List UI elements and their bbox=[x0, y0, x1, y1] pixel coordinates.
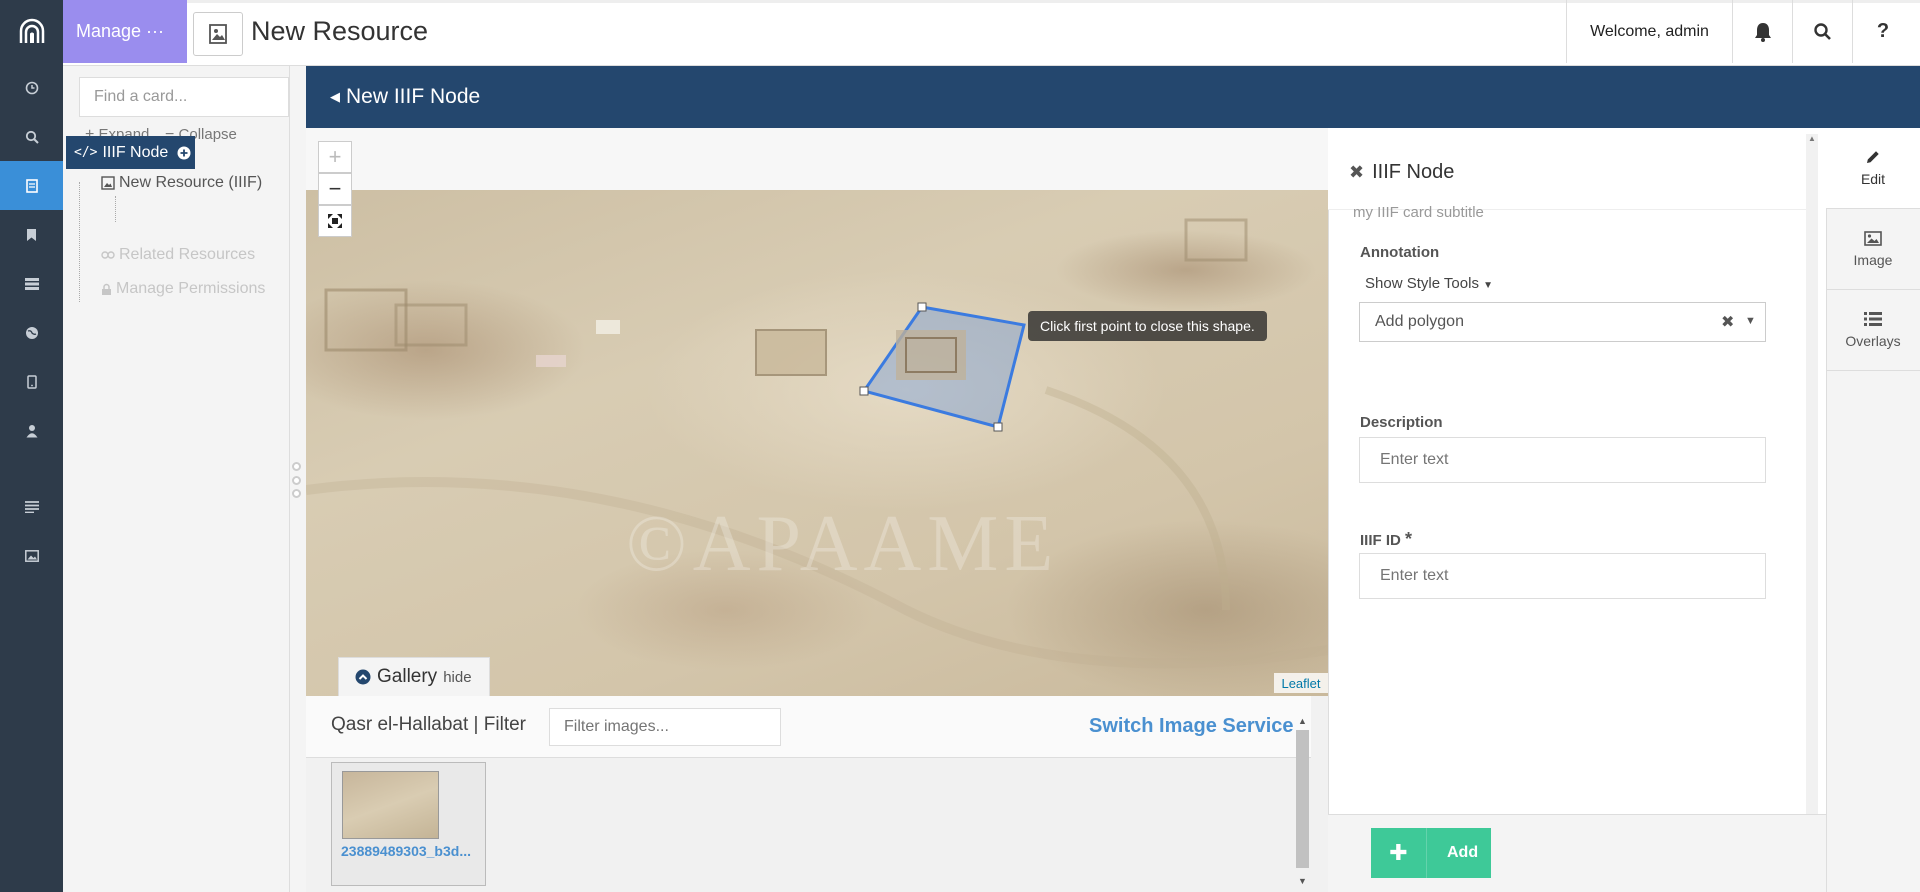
caret-down-icon: ▼ bbox=[1483, 280, 1494, 291]
fullscreen-icon[interactable] bbox=[318, 205, 352, 237]
search-icon[interactable] bbox=[1793, 0, 1853, 63]
zoom-out-button[interactable]: − bbox=[318, 173, 352, 205]
search-icon[interactable] bbox=[0, 112, 63, 161]
gallery-hide-label: hide bbox=[443, 668, 472, 686]
style-tools-label: Show Style Tools bbox=[1365, 275, 1479, 292]
tree-node-root[interactable]: New Resource (IIIF) bbox=[101, 174, 262, 192]
tree-node-label: Manage Permissions bbox=[116, 280, 266, 297]
form-scrollbar[interactable]: ▲ bbox=[1806, 134, 1818, 814]
tab-edit-label: Edit bbox=[1860, 171, 1886, 187]
mobile-icon[interactable] bbox=[0, 357, 63, 406]
resource-image-icon bbox=[193, 12, 243, 56]
lock-icon bbox=[102, 283, 111, 295]
clock-icon[interactable] bbox=[0, 63, 63, 112]
tree-node-permissions[interactable]: Manage Permissions bbox=[101, 280, 265, 298]
tree-node-label: New Resource (IIIF) bbox=[119, 174, 263, 191]
gallery-scrollbar[interactable]: ▲ ▼ bbox=[1295, 716, 1310, 892]
show-style-tools-toggle[interactable]: Show Style Tools ▼ bbox=[1365, 275, 1493, 292]
tree-node-label: IIIF Node bbox=[102, 143, 169, 161]
card-tree-panel: + Expand − Collapse New Resource (IIIF) … bbox=[63, 66, 290, 892]
chevron-up-circle-icon bbox=[355, 669, 371, 685]
link-icon bbox=[101, 251, 115, 259]
aerial-image: ©APAAME bbox=[306, 218, 1328, 669]
manage-label: Manage ··· bbox=[76, 21, 165, 41]
annotation-type-select[interactable]: Add polygon ✖ ▼ bbox=[1359, 302, 1766, 342]
card-header[interactable]: ◀ New IIIF Node bbox=[306, 66, 1920, 128]
user-icon[interactable] bbox=[0, 406, 63, 455]
tab-overlays[interactable]: Overlays bbox=[1826, 290, 1920, 371]
tab-image[interactable]: Image bbox=[1826, 209, 1920, 290]
bell-icon[interactable] bbox=[1733, 0, 1793, 63]
add-button-label: Add bbox=[1447, 844, 1479, 861]
tab-edit[interactable]: Edit bbox=[1826, 128, 1920, 209]
resource-icon[interactable] bbox=[0, 161, 63, 210]
iiif-id-label-text: IIIF ID bbox=[1360, 532, 1401, 549]
iiif-id-label: IIIF ID * bbox=[1360, 529, 1412, 550]
card-form-panel bbox=[1328, 128, 1826, 892]
zoom-in-button[interactable]: + bbox=[318, 141, 352, 173]
gallery-label: Gallery bbox=[377, 666, 438, 687]
list-icon[interactable] bbox=[0, 259, 63, 308]
list-icon bbox=[1864, 312, 1882, 326]
caret-left-icon: ◀ bbox=[330, 89, 340, 104]
card-header-title: New IIIF Node bbox=[346, 85, 481, 108]
iiif-id-field[interactable] bbox=[1359, 553, 1766, 599]
filter-images-input[interactable] bbox=[549, 708, 781, 746]
manage-menu-button[interactable]: Manage ··· bbox=[63, 0, 187, 63]
globe-icon[interactable] bbox=[0, 308, 63, 357]
tab-image-label: Image bbox=[1853, 251, 1893, 268]
menu-icon[interactable] bbox=[0, 482, 63, 531]
close-icon[interactable]: ✖ bbox=[1349, 162, 1364, 183]
tab-overlays-label: Overlays bbox=[1845, 333, 1901, 349]
card-form-title: ✖ IIIF Node bbox=[1349, 161, 1454, 184]
map-toolbar-area bbox=[306, 128, 1328, 190]
image-icon bbox=[101, 176, 115, 190]
annotation-label: Annotation bbox=[1360, 244, 1440, 261]
gallery-title: Qasr el-Hallabat | Filter bbox=[331, 714, 526, 735]
tree-node-related[interactable]: Related Resources bbox=[101, 246, 255, 264]
tree-node-iiif[interactable]: </> IIIF Node bbox=[66, 136, 195, 169]
card-subtitle: my IIIF card subtitle bbox=[1353, 204, 1484, 221]
iiif-map[interactable]: ©APAAME bbox=[306, 190, 1328, 696]
code-icon: </> bbox=[74, 145, 98, 160]
page-title: New Resource bbox=[251, 16, 429, 46]
resize-handle[interactable] bbox=[292, 462, 302, 498]
find-card-input[interactable] bbox=[79, 77, 289, 117]
app-logo-icon[interactable] bbox=[0, 0, 63, 63]
gallery-toggle[interactable]: Gallery hide bbox=[338, 657, 490, 696]
thumbnail-image bbox=[342, 771, 439, 839]
tree-node-label: Related Resources bbox=[119, 246, 256, 263]
select-value: Add polygon bbox=[1375, 313, 1464, 330]
bookmark-icon[interactable] bbox=[0, 210, 63, 259]
tree-connector bbox=[115, 196, 116, 222]
welcome-user-button[interactable]: Welcome, admin bbox=[1566, 0, 1733, 63]
left-nav bbox=[0, 63, 63, 892]
svg-text:©APAAME: ©APAAME bbox=[626, 500, 1059, 588]
plus-circle-icon[interactable] bbox=[177, 146, 191, 160]
gallery-thumbnail[interactable]: 23889489303_b3d... bbox=[331, 762, 486, 886]
image-icon bbox=[1864, 230, 1882, 246]
switch-image-service-link[interactable]: Switch Image Service bbox=[1089, 715, 1294, 738]
description-field[interactable] bbox=[1359, 437, 1766, 483]
tree-connector bbox=[79, 182, 80, 302]
thumbnail-name[interactable]: 23889489303_b3d... bbox=[341, 843, 471, 859]
draw-tooltip: Click first point to close this shape. bbox=[1028, 311, 1267, 341]
image-icon[interactable] bbox=[0, 531, 63, 580]
pencil-icon bbox=[1867, 151, 1879, 163]
help-button[interactable]: ? bbox=[1853, 0, 1913, 63]
caret-down-icon[interactable]: ▼ bbox=[1745, 315, 1756, 327]
plus-icon: ✚ bbox=[1371, 828, 1427, 878]
add-button[interactable]: ✚ Add bbox=[1371, 828, 1491, 878]
required-asterisk-icon: * bbox=[1405, 529, 1413, 549]
card-title-text: IIIF Node bbox=[1372, 161, 1455, 183]
leaflet-attribution-link[interactable]: Leaflet bbox=[1274, 673, 1328, 693]
clear-icon[interactable]: ✖ bbox=[1721, 312, 1734, 332]
description-label: Description bbox=[1360, 414, 1443, 431]
